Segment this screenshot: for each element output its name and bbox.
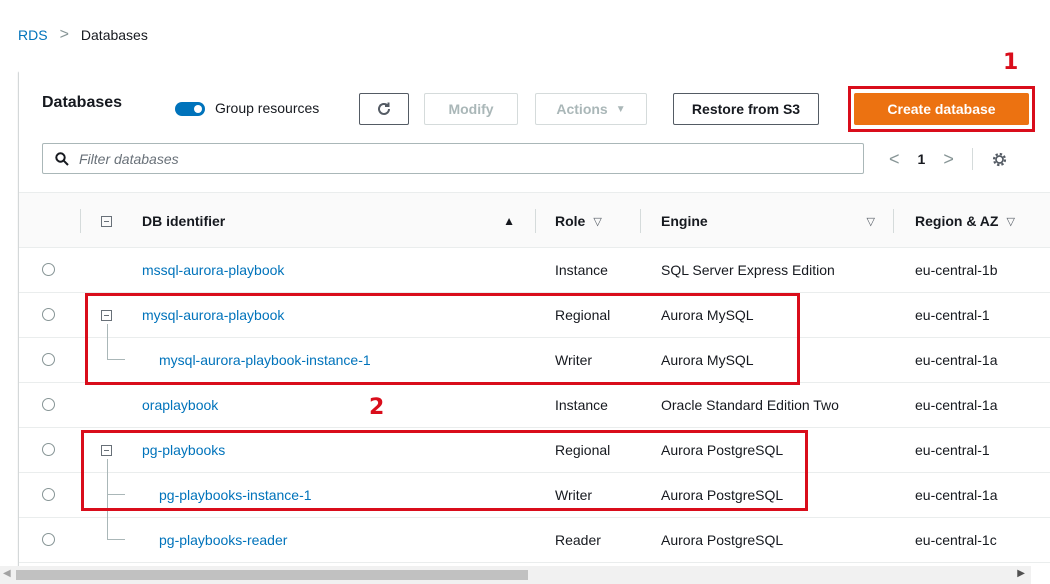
column-label: Region & AZ (915, 213, 999, 229)
toggle-knob (194, 105, 202, 113)
row-select-radio[interactable] (42, 263, 55, 276)
column-separator (535, 209, 536, 233)
region-cell: eu-central-1a (915, 397, 998, 413)
tree-connector (107, 518, 125, 540)
annotation-box-pg (81, 430, 808, 511)
refresh-icon (378, 102, 390, 115)
column-separator (640, 209, 641, 233)
role-cell: Reader (555, 532, 601, 548)
column-separator (893, 209, 894, 233)
sort-desc-icon: ▽ (593, 215, 602, 228)
region-cell: eu-central-1c (915, 532, 997, 548)
engine-cell: Aurora PostgreSQL (661, 532, 784, 548)
pagination: < 1 > (889, 145, 1008, 173)
breadcrumb-current: Databases (80, 27, 148, 43)
column-header-identifier[interactable]: DB identifier ▲ (142, 193, 515, 249)
collapse-icon (101, 215, 112, 227)
collapse-all-toggle[interactable] (101, 193, 112, 249)
region-cell: eu-central-1 (915, 307, 990, 323)
db-identifier-link[interactable]: mssql-aurora-playbook (142, 248, 284, 292)
region-cell: eu-central-1a (915, 352, 998, 368)
page-number[interactable]: 1 (918, 151, 926, 167)
databases-panel: Databases Group resources Modify Actions… (19, 71, 1050, 584)
breadcrumb: RDS > Databases (18, 26, 148, 44)
region-cell: eu-central-1 (915, 442, 990, 458)
role-cell: Instance (555, 262, 608, 278)
sort-asc-icon: ▲ (503, 214, 515, 228)
db-identifier-link[interactable]: oraplaybook (142, 383, 218, 427)
actions-label: Actions (556, 101, 608, 117)
breadcrumb-separator: > (59, 26, 69, 43)
filter-databases-input[interactable]: Filter databases (42, 143, 864, 174)
scroll-right-icon[interactable]: ▶ (1017, 568, 1025, 579)
row-select-radio[interactable] (42, 533, 55, 546)
role-cell: Instance (555, 397, 608, 413)
row-select-radio[interactable] (42, 443, 55, 456)
scrollbar-thumb[interactable] (16, 570, 528, 580)
row-select-radio[interactable] (42, 398, 55, 411)
next-page-button[interactable]: > (943, 149, 954, 170)
restore-from-s3-button[interactable]: Restore from S3 (673, 93, 819, 125)
table-row[interactable]: pg-playbooks-reader Reader Aurora Postgr… (19, 518, 1050, 563)
column-header-engine[interactable]: Engine ▽ (661, 193, 875, 249)
group-resources-label: Group resources (215, 100, 320, 116)
sort-desc-icon: ▽ (866, 215, 875, 228)
pager-divider (971, 148, 973, 170)
search-placeholder: Filter databases (79, 150, 179, 167)
gear-icon[interactable] (991, 151, 1008, 168)
column-header-region[interactable]: Region & AZ ▽ (915, 193, 1015, 249)
refresh-button[interactable] (359, 93, 409, 125)
engine-cell: Oracle Standard Edition Two (661, 397, 839, 413)
engine-cell: SQL Server Express Edition (661, 262, 835, 278)
scroll-left-icon[interactable]: ◀ (3, 568, 11, 579)
region-cell: eu-central-1a (915, 487, 998, 503)
column-header-role[interactable]: Role ▽ (555, 193, 602, 249)
table-header: DB identifier ▲ Role ▽ Engine ▽ Region &… (19, 192, 1050, 248)
search-icon (55, 151, 69, 166)
sort-desc-icon: ▽ (1006, 215, 1015, 228)
group-resources-toggle[interactable] (175, 102, 205, 116)
row-select-radio[interactable] (42, 488, 55, 501)
row-select-radio[interactable] (42, 353, 55, 366)
column-label: Engine (661, 213, 708, 229)
column-label: Role (555, 213, 586, 229)
db-identifier-link[interactable]: pg-playbooks-reader (159, 518, 287, 562)
breadcrumb-rds-link[interactable]: RDS (18, 27, 48, 43)
table-row[interactable]: mssql-aurora-playbook Instance SQL Serve… (19, 248, 1050, 293)
prev-page-button[interactable]: < (889, 149, 900, 170)
horizontal-scrollbar[interactable]: ◀ ▶ (0, 566, 1031, 584)
column-separator (80, 209, 81, 233)
caret-down-icon: ▼ (615, 103, 626, 115)
annotation-box-1 (848, 86, 1035, 132)
panel-title: Databases (42, 94, 123, 111)
actions-dropdown[interactable]: Actions ▼ (535, 93, 647, 125)
row-select-radio[interactable] (42, 308, 55, 321)
column-label: DB identifier (142, 213, 226, 229)
annotation-number-2: 2 (369, 395, 385, 420)
region-cell: eu-central-1b (915, 262, 998, 278)
table-row[interactable]: oraplaybook Instance Oracle Standard Edi… (19, 383, 1050, 428)
modify-button[interactable]: Modify (424, 93, 518, 125)
annotation-box-mysql (85, 293, 800, 385)
